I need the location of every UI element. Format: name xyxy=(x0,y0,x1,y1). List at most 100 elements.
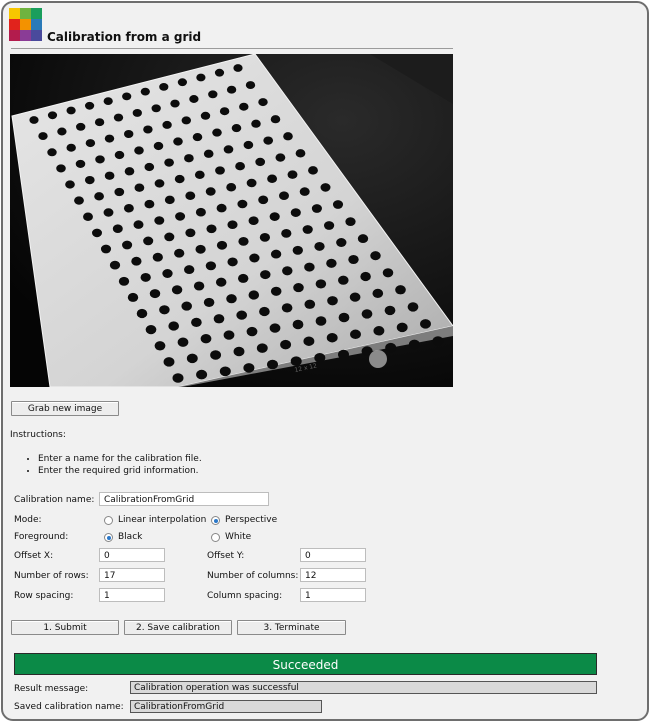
grid-dot xyxy=(320,183,331,192)
grid-dot xyxy=(236,310,248,320)
rows-input[interactable]: 17 xyxy=(99,568,165,582)
grid-dot xyxy=(396,322,408,333)
grid-dot xyxy=(203,149,214,158)
grid-dot xyxy=(123,129,134,139)
mode-linear-radio[interactable] xyxy=(104,516,113,525)
grid-dot xyxy=(270,249,282,259)
instructions-list: Enter a name for the calibration file. E… xyxy=(25,453,202,477)
grid-dot xyxy=(104,171,115,180)
grid-dot xyxy=(184,265,195,275)
grid-dot xyxy=(144,162,155,172)
mode-perspective-label: Perspective xyxy=(225,515,278,525)
grab-image-button[interactable]: Grab new image xyxy=(11,401,119,416)
grid-dot xyxy=(304,299,316,309)
row-spacing-label: Row spacing: xyxy=(14,591,74,601)
grid-dot xyxy=(103,97,113,105)
grid-dot xyxy=(219,366,231,377)
grid-dot xyxy=(185,228,196,238)
grid-dot xyxy=(174,248,185,258)
grid-dot xyxy=(85,139,96,148)
grid-dot xyxy=(186,353,198,364)
grid-dot xyxy=(326,332,338,343)
grid-dot xyxy=(153,141,164,151)
column-spacing-input[interactable]: 1 xyxy=(300,588,366,602)
grid-dot xyxy=(149,289,161,299)
grid-dot xyxy=(314,353,326,363)
grid-dot xyxy=(145,324,157,335)
grid-dot xyxy=(29,116,39,124)
grid-dot xyxy=(282,266,293,276)
grid-dot xyxy=(132,108,142,117)
grid-dot xyxy=(237,199,248,209)
grid-dot xyxy=(195,207,206,217)
saved-name-value: CalibrationFromGrid xyxy=(130,700,322,713)
grid-dot xyxy=(303,336,315,346)
calibration-name-input[interactable]: CalibrationFromGrid xyxy=(99,492,269,506)
grid-dot xyxy=(350,329,361,340)
grid-dot xyxy=(109,260,121,270)
grid-dot xyxy=(243,140,254,150)
grid-dot xyxy=(193,281,205,291)
grid-dot xyxy=(196,369,208,380)
grid-dot xyxy=(214,68,225,77)
grid-dot xyxy=(136,308,148,319)
columns-input[interactable]: 12 xyxy=(300,568,366,582)
grid-dot xyxy=(200,334,212,344)
submit-button[interactable]: 1. Submit xyxy=(11,620,119,635)
grid-dot xyxy=(38,132,48,141)
grid-dot xyxy=(215,277,227,287)
terminate-button[interactable]: 3. Terminate xyxy=(237,620,346,635)
grid-dot xyxy=(123,204,134,213)
grid-dot xyxy=(420,319,431,329)
columns-label: Number of columns: xyxy=(207,571,299,581)
grid-dot xyxy=(85,101,95,110)
grid-dot xyxy=(239,102,249,111)
grid-dot xyxy=(275,153,286,162)
grid-dot xyxy=(57,127,67,136)
grid-dot xyxy=(75,159,86,168)
grid-dot xyxy=(287,170,298,179)
grid-dot xyxy=(314,241,325,251)
grid-dot xyxy=(144,199,155,209)
grid-dot xyxy=(212,128,222,137)
grid-dot xyxy=(66,143,76,152)
grid-dot xyxy=(246,178,257,188)
grid-dot xyxy=(332,200,344,209)
offset-y-input[interactable]: 0 xyxy=(300,548,366,562)
foreground-black-radio[interactable] xyxy=(104,533,113,542)
grid-dot xyxy=(47,148,57,157)
grid-dot xyxy=(154,341,166,351)
foreground-white-radio[interactable] xyxy=(211,533,220,542)
saved-name-label: Saved calibration name: xyxy=(14,702,124,712)
grid-dot xyxy=(208,90,218,99)
row-spacing-input[interactable]: 1 xyxy=(99,588,165,602)
grid-dot xyxy=(269,212,280,221)
grid-dot xyxy=(159,83,169,91)
grid-dot xyxy=(177,78,187,87)
offset-x-input[interactable]: 0 xyxy=(99,548,165,562)
grid-dot xyxy=(76,122,86,131)
grid-dot xyxy=(154,216,165,225)
grid-dot xyxy=(154,179,165,188)
grid-dot xyxy=(361,309,373,319)
grid-dot xyxy=(349,292,361,302)
grid-dot xyxy=(92,228,102,238)
grid-dot xyxy=(215,166,225,175)
grid-dot xyxy=(140,272,151,282)
foreground-white-label: White xyxy=(225,532,252,542)
grid-dot xyxy=(118,276,130,286)
grid-dot xyxy=(315,279,327,289)
grid-dot xyxy=(336,238,347,247)
grid-dot xyxy=(94,192,104,201)
instruction-item: Enter a name for the calibration file. xyxy=(38,453,202,465)
mode-perspective-radio[interactable] xyxy=(211,516,220,525)
save-calibration-button[interactable]: 2. Save calibration xyxy=(124,620,232,635)
grid-dot xyxy=(94,118,105,127)
grid-dot xyxy=(267,174,278,184)
grid-dot xyxy=(370,251,381,261)
grid-dot xyxy=(143,236,154,246)
app-logo xyxy=(9,8,42,41)
grid-dot xyxy=(56,164,66,173)
grid-dot xyxy=(384,305,396,316)
grid-dot xyxy=(290,356,302,367)
